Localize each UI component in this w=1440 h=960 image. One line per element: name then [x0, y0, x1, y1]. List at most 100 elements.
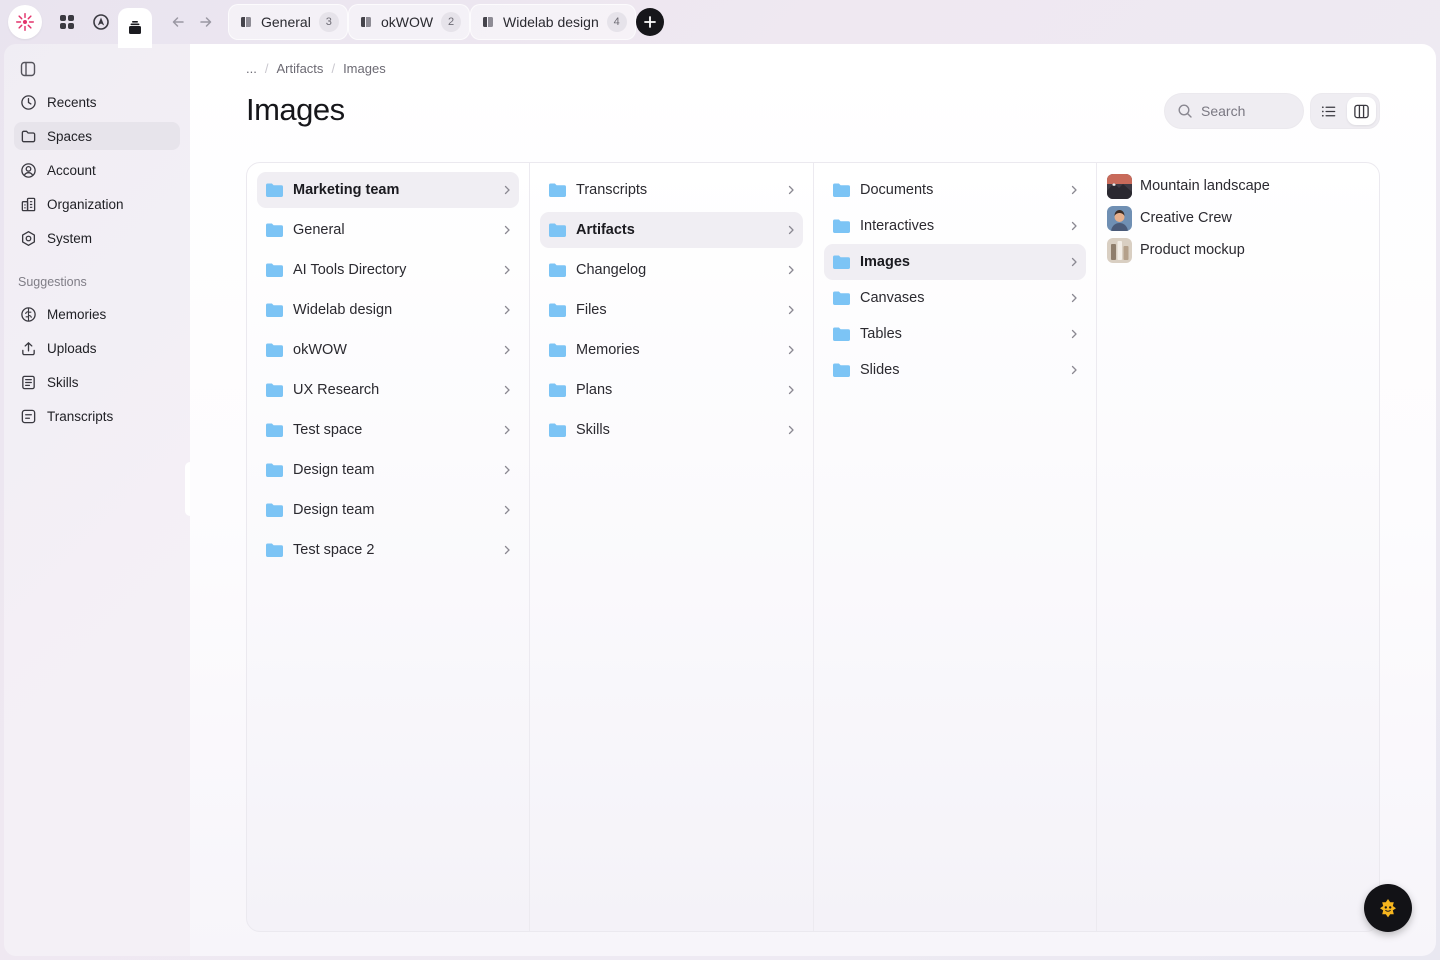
image-row-creative-crew[interactable]: Creative Crew: [1107, 203, 1369, 233]
sidebar-item-transcripts[interactable]: Transcripts: [14, 402, 180, 430]
folder-label: Canvases: [860, 290, 925, 306]
chevron-right-icon: [1071, 221, 1077, 231]
sidebar-item-label: Account: [47, 162, 96, 178]
transcript-icon: [21, 409, 36, 423]
sidebar-item-organization[interactable]: Organization: [14, 190, 180, 218]
navigator-button[interactable]: [84, 4, 118, 40]
folder-label: Images: [860, 254, 910, 270]
folder-row-okwow[interactable]: okWOW: [257, 332, 519, 368]
folder-icon: [21, 130, 36, 142]
folder-row-plans[interactable]: Plans: [540, 372, 803, 408]
sidebar-item-uploads[interactable]: Uploads: [14, 334, 180, 362]
sidebar-item-label: Spaces: [47, 128, 93, 144]
forward-button[interactable]: [195, 11, 217, 33]
chevron-right-icon: [1071, 293, 1077, 303]
sidebar-item-recents[interactable]: Recents: [14, 88, 180, 116]
chevron-right-icon: [504, 265, 510, 275]
folder-icon: [266, 503, 283, 517]
breadcrumb-item-images[interactable]: Images: [343, 61, 386, 76]
folder-icon: [833, 219, 850, 233]
document-list-icon: [22, 375, 35, 389]
chevron-right-icon: [504, 545, 510, 555]
tab-label: Widelab design: [503, 14, 599, 30]
sidebar-item-account[interactable]: Account: [14, 156, 180, 184]
view-mode-toggle: [1310, 93, 1380, 129]
folder-label: Widelab design: [293, 302, 393, 318]
folder-row-slides[interactable]: Slides: [824, 352, 1086, 388]
sidebar-item-label: Skills: [47, 374, 79, 390]
folder-row-canvases[interactable]: Canvases: [824, 280, 1086, 316]
folder-row-widelab-design[interactable]: Widelab design: [257, 292, 519, 328]
breadcrumb-ellipsis[interactable]: ...: [246, 61, 257, 76]
arrow-left-icon: [172, 17, 184, 27]
chevron-right-icon: [788, 225, 794, 235]
chevron-right-icon: [788, 265, 794, 275]
product-mockup-thumbnail: [1107, 237, 1132, 263]
folder-icon: [266, 303, 283, 317]
tab-count-badge: 2: [441, 12, 462, 32]
folder-row-changelog[interactable]: Changelog: [540, 252, 803, 288]
folder-row-interactives[interactable]: Interactives: [824, 208, 1086, 244]
search-input[interactable]: Search: [1164, 93, 1304, 129]
folder-row-images[interactable]: Images: [824, 244, 1086, 280]
folder-row-general[interactable]: General: [257, 212, 519, 248]
chevron-right-icon: [788, 345, 794, 355]
folder-label: General: [293, 222, 345, 238]
logo-flower-icon: [16, 13, 34, 31]
folder-row-design-team[interactable]: Design team: [257, 492, 519, 528]
folder-row-test-space-2[interactable]: Test space 2: [257, 532, 519, 568]
tab-widelab-design[interactable]: Widelab design 4: [470, 4, 636, 40]
folder-row-marketing-team[interactable]: Marketing team: [257, 172, 519, 208]
files-app-button[interactable]: [118, 8, 152, 48]
sidebar-toggle-icon[interactable]: [19, 60, 37, 78]
breadcrumb-item-artifacts[interactable]: Artifacts: [276, 61, 323, 76]
space-icon: [361, 17, 371, 27]
apps-grid-button[interactable]: [50, 4, 84, 40]
folder-row-tables[interactable]: Tables: [824, 316, 1086, 352]
folder-row-documents[interactable]: Documents: [824, 172, 1086, 208]
folder-row-memories[interactable]: Memories: [540, 332, 803, 368]
breadcrumb-separator: /: [264, 61, 269, 76]
folder-row-test-space[interactable]: Test space: [257, 412, 519, 448]
building-icon: [21, 197, 36, 211]
sidebar-item-memories[interactable]: Memories: [14, 300, 180, 328]
back-button[interactable]: [167, 11, 189, 33]
new-tab-button[interactable]: [636, 8, 664, 36]
image-row-product-mockup[interactable]: Product mockup: [1107, 235, 1369, 265]
sidebar-item-skills[interactable]: Skills: [14, 368, 180, 396]
tab-general[interactable]: General 3: [228, 4, 348, 40]
assistant-button[interactable]: [1364, 884, 1412, 932]
folder-row-ai-tools-directory[interactable]: AI Tools Directory: [257, 252, 519, 288]
app-logo[interactable]: [8, 5, 42, 39]
folder-row-ux-research[interactable]: UX Research: [257, 372, 519, 408]
top-bar: General 3 okWOW 2 Widelab design 4: [0, 0, 1440, 48]
folder-icon: [549, 423, 566, 437]
folder-label: Skills: [576, 422, 610, 438]
stack-icon: [129, 21, 141, 34]
folder-icon: [833, 291, 850, 305]
folder-row-design-team[interactable]: Design team: [257, 452, 519, 488]
chevron-right-icon: [504, 225, 510, 235]
folder-icon: [549, 183, 566, 197]
sidebar-item-spaces[interactable]: Spaces: [14, 122, 180, 150]
folder-label: Artifacts: [576, 222, 635, 238]
chevron-right-icon: [788, 185, 794, 195]
folder-row-skills[interactable]: Skills: [540, 412, 803, 448]
folder-row-artifacts[interactable]: Artifacts: [540, 212, 803, 248]
folder-row-files[interactable]: Files: [540, 292, 803, 328]
sidebar-item-system[interactable]: System: [14, 224, 180, 252]
folder-icon: [549, 223, 566, 237]
image-row-mountain-landscape[interactable]: Mountain landscape: [1107, 171, 1369, 201]
folder-label: Changelog: [576, 262, 647, 278]
tab-okwow[interactable]: okWOW 2: [348, 4, 471, 40]
sidebar-item-label: Recents: [47, 94, 97, 110]
column-view-button[interactable]: [1347, 97, 1376, 125]
list-view-button[interactable]: [1314, 97, 1343, 125]
chevron-right-icon: [788, 305, 794, 315]
app-switcher: [50, 4, 156, 48]
mountain-thumbnail: [1107, 173, 1132, 199]
user-circle-icon: [21, 162, 36, 178]
folder-label: UX Research: [293, 382, 380, 398]
chevron-right-icon: [788, 385, 794, 395]
folder-row-transcripts[interactable]: Transcripts: [540, 172, 803, 208]
